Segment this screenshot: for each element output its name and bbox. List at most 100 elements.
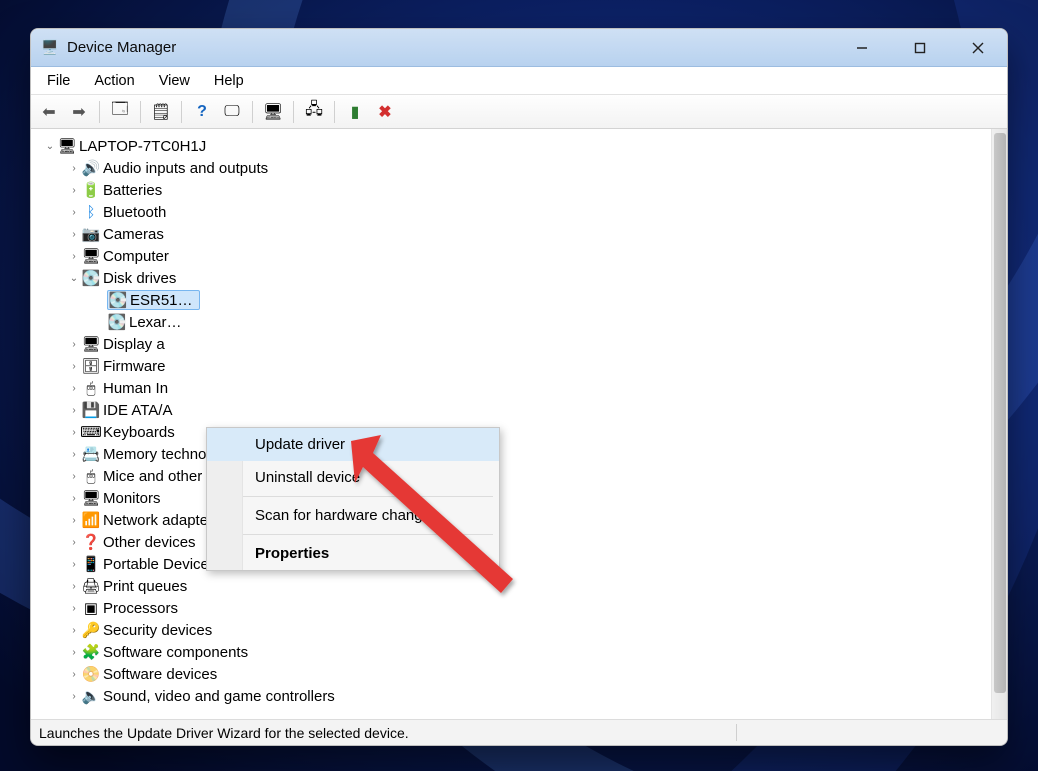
tree-category[interactable]: ›▣Processors <box>37 597 989 619</box>
tree-category[interactable]: ›💾IDE ATA/A <box>37 399 989 421</box>
menu-view[interactable]: View <box>147 71 202 91</box>
expand-toggle[interactable]: › <box>67 449 81 460</box>
scrollbar-thumb[interactable] <box>994 133 1006 693</box>
tree-device[interactable]: 💽ESR51… <box>37 289 989 311</box>
tree-category[interactable]: ›🖱Mice and other pointing devices <box>37 465 989 487</box>
expand-toggle[interactable]: › <box>67 383 81 394</box>
menubar: File Action View Help <box>31 67 1007 95</box>
expand-toggle[interactable]: › <box>67 251 81 262</box>
tree-node-label: Lexar… <box>129 314 182 331</box>
ctx-uninstall-label: Uninstall device <box>255 469 360 486</box>
expand-toggle[interactable]: › <box>67 229 81 240</box>
tree-category[interactable]: ›🔋Batteries <box>37 179 989 201</box>
expand-toggle[interactable]: › <box>67 207 81 218</box>
tree-category[interactable]: ›🔈Sound, video and game controllers <box>37 685 989 707</box>
expand-toggle[interactable]: › <box>67 691 81 702</box>
tree-category[interactable]: ›📱Portable Devices <box>37 553 989 575</box>
vertical-scrollbar[interactable] <box>991 129 1007 719</box>
toolbar-disable-button[interactable]: ▮ <box>341 98 369 126</box>
expand-toggle[interactable]: › <box>67 185 81 196</box>
tree-category[interactable]: ›⌨Keyboards <box>37 421 989 443</box>
category-icon: ⌨ <box>81 423 101 441</box>
ctx-uninstall-device[interactable]: Uninstall device <box>207 461 499 494</box>
tree-category[interactable]: ›📷Cameras <box>37 223 989 245</box>
tree-category[interactable]: ›🖨Print queues <box>37 575 989 597</box>
toolbar-enable-button[interactable]: 🖧 <box>300 98 328 126</box>
expand-toggle[interactable]: › <box>67 471 81 482</box>
expand-toggle[interactable]: › <box>67 647 81 658</box>
ctx-scan-hardware[interactable]: Scan for hardware changes <box>207 499 499 532</box>
device-tree[interactable]: ⌄🖥LAPTOP-7TC0H1J›🔊Audio inputs and outpu… <box>31 129 991 719</box>
tree-node-label: Computer <box>103 248 169 265</box>
app-icon: 🖥️ <box>41 39 59 57</box>
ctx-update-driver[interactable]: Update driver <box>207 428 499 461</box>
toolbar-forward-button[interactable]: ➡ <box>65 98 93 126</box>
tree-category[interactable]: ›🔑Security devices <box>37 619 989 641</box>
device-manager-window: 🖥️ Device Manager File Action View Help … <box>30 28 1008 746</box>
tree-category[interactable]: ›📶Network adapters <box>37 509 989 531</box>
expand-toggle[interactable]: › <box>67 537 81 548</box>
toolbar-uninstall-button[interactable]: ✖ <box>371 98 399 126</box>
expand-toggle[interactable]: › <box>67 339 81 350</box>
tree-root[interactable]: ⌄🖥LAPTOP-7TC0H1J <box>37 135 989 157</box>
toolbar-properties-button[interactable]: 🗒 <box>147 98 175 126</box>
tree-category[interactable]: ›🖥Monitors <box>37 487 989 509</box>
window-title: Device Manager <box>67 39 176 56</box>
properties-icon: 🗒 <box>151 102 171 122</box>
tree-node-label: Audio inputs and outputs <box>103 160 268 177</box>
disk-icon: 💽 <box>107 313 127 331</box>
category-icon: 🖱 <box>81 468 101 485</box>
toolbar-separator <box>181 101 182 123</box>
ctx-properties[interactable]: Properties <box>207 537 499 570</box>
tree-category[interactable]: ›ᛒBluetooth <box>37 201 989 223</box>
statusbar-divider <box>736 724 737 741</box>
close-button[interactable] <box>949 29 1007 66</box>
category-icon: 📶 <box>81 511 101 529</box>
tree-node-label: ESR51… <box>130 292 193 309</box>
menu-action[interactable]: Action <box>82 71 146 91</box>
expand-toggle[interactable]: › <box>67 405 81 416</box>
category-icon: 💽 <box>81 269 101 287</box>
tree-category[interactable]: ›📇Memory technology devices <box>37 443 989 465</box>
toolbar-help-button[interactable]: ? <box>188 98 216 126</box>
toolbar-show-hidden-button[interactable]: 🗔 <box>106 98 134 126</box>
ctx-update-driver-label: Update driver <box>255 436 345 453</box>
toolbar-back-button[interactable]: ⬅ <box>35 98 63 126</box>
category-icon: 🖨 <box>81 577 101 595</box>
update-driver-icon: 🖵 <box>224 103 239 121</box>
titlebar[interactable]: 🖥️ Device Manager <box>31 29 1007 67</box>
expand-toggle[interactable]: › <box>67 163 81 174</box>
status-text: Launches the Update Driver Wizard for th… <box>39 725 409 741</box>
expand-toggle[interactable]: › <box>67 361 81 372</box>
expand-toggle[interactable]: › <box>67 603 81 614</box>
expand-toggle[interactable]: › <box>67 581 81 592</box>
tree-category[interactable]: ›🗄Firmware <box>37 355 989 377</box>
expand-toggle[interactable]: ⌄ <box>67 273 81 284</box>
expand-toggle[interactable]: › <box>67 515 81 526</box>
maximize-icon <box>914 42 926 54</box>
tree-category[interactable]: ›🔊Audio inputs and outputs <box>37 157 989 179</box>
tree-category[interactable]: ›📀Software devices <box>37 663 989 685</box>
menu-help[interactable]: Help <box>202 71 256 91</box>
tree-device[interactable]: 💽Lexar… <box>37 311 989 333</box>
expand-toggle[interactable]: › <box>67 669 81 680</box>
context-menu-separator <box>213 496 493 497</box>
expand-toggle[interactable]: ⌄ <box>43 141 57 152</box>
expand-toggle[interactable]: › <box>67 625 81 636</box>
expand-toggle[interactable]: › <box>67 493 81 504</box>
tree-category[interactable]: ›🧩Software components <box>37 641 989 663</box>
minimize-button[interactable] <box>833 29 891 66</box>
tree-category[interactable]: ›🖥Display a <box>37 333 989 355</box>
toolbar-separator <box>140 101 141 123</box>
toolbar-scan-button[interactable]: 🖥 <box>259 98 287 126</box>
expand-toggle[interactable]: › <box>67 427 81 438</box>
tree-category[interactable]: ›🖥Computer <box>37 245 989 267</box>
menu-file[interactable]: File <box>35 71 82 91</box>
tree-category[interactable]: ›🖱Human In <box>37 377 989 399</box>
expand-toggle[interactable]: › <box>67 559 81 570</box>
tree-category[interactable]: ›❓Other devices <box>37 531 989 553</box>
toolbar-update-driver-button[interactable]: 🖵 <box>218 98 246 126</box>
tree-category[interactable]: ⌄💽Disk drives <box>37 267 989 289</box>
context-menu-separator <box>213 534 493 535</box>
maximize-button[interactable] <box>891 29 949 66</box>
